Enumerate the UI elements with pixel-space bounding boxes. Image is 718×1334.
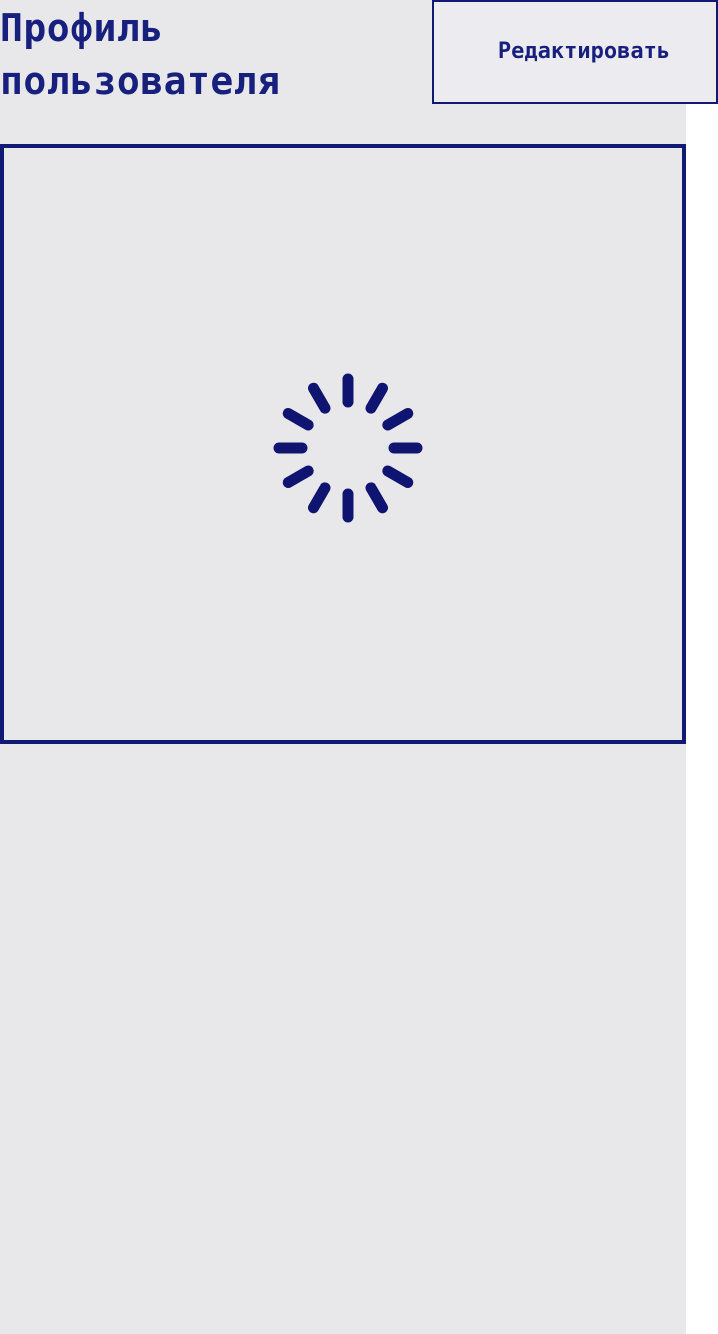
spinner-tick bbox=[282, 408, 314, 431]
spinner-tick bbox=[365, 482, 388, 514]
spinner-tick bbox=[382, 408, 414, 431]
spinner-tick bbox=[365, 382, 388, 414]
page-title: Профиль пользователя bbox=[0, 6, 281, 103]
spinner-tick bbox=[282, 465, 314, 488]
profile-card bbox=[0, 144, 686, 744]
spinner-tick bbox=[382, 465, 414, 488]
loading-spinner-icon bbox=[273, 373, 423, 523]
edit-profile-button[interactable]: Редактировать bbox=[432, 0, 718, 104]
spinner-tick bbox=[308, 382, 331, 414]
spinner-tick bbox=[308, 482, 331, 514]
